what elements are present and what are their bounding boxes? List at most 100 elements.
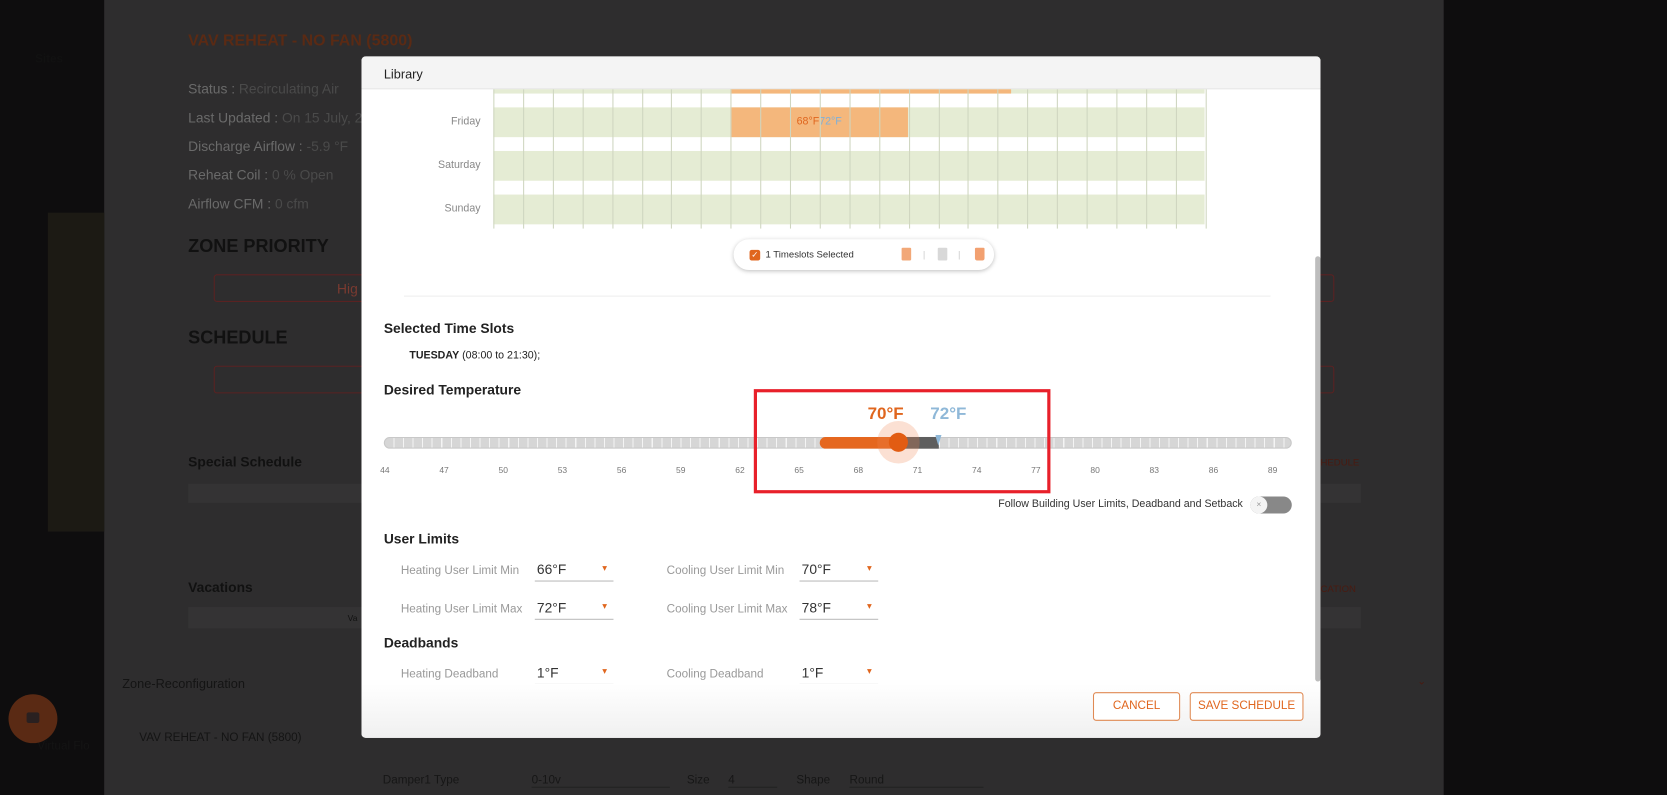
size-select[interactable]: 4 <box>728 774 778 788</box>
status-list: Status : Recirculating Air Last Updated … <box>188 74 370 218</box>
airflow-line: Airflow CFM : 0 cfm <box>188 195 309 212</box>
paste-icon[interactable] <box>937 247 948 261</box>
add-special-schedule-link[interactable]: HEDULE <box>1320 457 1359 468</box>
chevron-down-icon: ▾ <box>602 665 608 677</box>
chevron-down-icon: ▾ <box>867 562 872 574</box>
grid-hour-line <box>730 89 732 229</box>
deadbands-heading: Deadbands <box>383 634 459 651</box>
save-schedule-button[interactable]: SAVE SCHEDULE <box>1189 692 1304 721</box>
nav-sites[interactable]: Sites <box>35 53 63 66</box>
heating-min-select[interactable]: 66°F ▾ <box>534 561 614 582</box>
heating-deadband-label: Heating Deadband <box>400 667 499 681</box>
shape-select[interactable]: Round <box>849 774 984 788</box>
grid-hour-line <box>997 89 999 229</box>
cancel-button[interactable]: CANCEL <box>1092 692 1181 721</box>
selected-slots-heading: Selected Time Slots <box>383 320 515 336</box>
user-limits-heading: User Limits <box>383 530 460 547</box>
highlight-box <box>753 389 1051 494</box>
desired-temperature-heading: Desired Temperature <box>383 381 522 398</box>
grid-hour-line <box>1116 89 1118 229</box>
reheat-line: Reheat Coil : 0 % Open <box>188 166 334 183</box>
tick-label: 80 <box>1090 465 1100 476</box>
day-label-saturday: Saturday <box>438 159 481 172</box>
zone-priority-heading: ZONE PRIORITY <box>188 236 329 257</box>
chevron-down-icon: ▾ <box>867 665 872 677</box>
toggle-off-icon: × <box>1250 496 1268 514</box>
grid-hour-line <box>1056 89 1058 229</box>
cooling-max-label: Cooling User Limit Max <box>666 602 788 616</box>
discharge-line: Discharge Airflow : -5.9 °F <box>188 138 349 155</box>
tick-label: 44 <box>380 465 390 476</box>
trash-icon[interactable] <box>974 247 985 261</box>
grid-hour-line <box>878 89 880 229</box>
tick-label: 89 <box>1267 465 1278 476</box>
zone-reconfiguration-heading[interactable]: Zone-Reconfiguration <box>122 676 245 691</box>
tick-label: 53 <box>557 465 568 476</box>
divider: | <box>922 248 926 260</box>
select-all-checkbox[interactable]: ✓ <box>749 249 761 261</box>
grid-hour-line <box>552 89 554 229</box>
grid-hour-line <box>1027 89 1029 229</box>
background-image <box>47 212 105 532</box>
chevron-down-icon[interactable]: ⌄ <box>1417 676 1426 688</box>
divider <box>404 295 1271 297</box>
selection-bar: ✓ 1 Timeslots Selected | | <box>733 239 995 271</box>
chevron-down-icon: ▾ <box>867 600 872 612</box>
grid-hour-line <box>849 89 851 229</box>
day-label-sunday: Sunday <box>444 203 481 215</box>
heating-max-select[interactable]: 72°F ▾ <box>534 600 614 620</box>
cooling-min-select[interactable]: 70°F ▾ <box>799 561 879 582</box>
last-updated-line: Last Updated : On 15 July, 20 <box>188 109 371 126</box>
tick-label: 59 <box>676 465 686 476</box>
schedule-heading: SCHEDULE <box>188 327 288 348</box>
grid-hour-line <box>1145 89 1147 229</box>
grid-hour-line <box>819 89 821 229</box>
copy-icon[interactable] <box>901 247 912 261</box>
tick-label: 86 <box>1208 465 1219 476</box>
device-title: VAV REHEAT - NO FAN (5800) <box>188 31 413 50</box>
grid-hour-line <box>938 89 940 229</box>
selected-slot: TUESDAY (08:00 to 21:30); <box>409 349 541 362</box>
grid-hour-line <box>641 89 643 229</box>
grid-hour-line <box>760 89 762 229</box>
grid-hour-line <box>700 89 703 229</box>
modal-header: Library <box>361 56 1321 90</box>
follow-building-label: Follow Building User Limits, Deadband an… <box>998 498 1243 511</box>
modal-scrollbar[interactable] <box>1315 256 1321 682</box>
grid-hour-line <box>789 89 792 229</box>
damper-row: Damper1 Type 0-10v Size 4 Shape Round <box>383 774 984 788</box>
timeslot-thursday[interactable] <box>730 89 1012 94</box>
follow-building-toggle[interactable]: × <box>1250 496 1292 514</box>
chevron-down-icon: ▾ <box>602 562 608 574</box>
tick-label: 83 <box>1149 465 1160 476</box>
divider: | <box>957 248 961 260</box>
cooling-deadband-select[interactable]: 1°F ▾ <box>799 665 879 685</box>
heating-min-label: Heating User Limit Min <box>400 564 520 578</box>
chat-button[interactable] <box>8 694 58 744</box>
grid-hour-line <box>1086 89 1088 229</box>
chat-icon <box>26 712 40 723</box>
grid-hour-line <box>671 89 673 229</box>
add-vacation-link[interactable]: CATION <box>1320 584 1355 595</box>
device-name: VAV REHEAT - NO FAN (5800) <box>139 731 302 745</box>
grid-hour-line <box>967 89 969 229</box>
special-schedule-heading: Special Schedule <box>188 453 302 470</box>
grid-hour-line <box>582 89 584 229</box>
zone-priority-value: Hig <box>337 280 358 297</box>
cooling-max-select[interactable]: 78°F ▾ <box>799 600 879 620</box>
tick-label: 56 <box>616 465 627 476</box>
tick-label: 50 <box>498 465 508 476</box>
damper-type-select[interactable]: 0-10v <box>531 774 670 788</box>
tick-label: 47 <box>439 465 449 476</box>
grid-hour-line <box>522 89 525 229</box>
modal-title: Library <box>383 66 423 82</box>
cooling-min-label: Cooling User Limit Min <box>666 564 785 578</box>
tick-label: 62 <box>735 465 745 476</box>
heating-max-label: Heating User Limit Max <box>400 602 523 616</box>
cooling-deadband-label: Cooling Deadband <box>666 667 764 681</box>
grid-hour-line <box>611 89 614 229</box>
virtual-floor-label[interactable]: Virtual Flo <box>37 740 89 753</box>
chevron-down-icon: ▾ <box>602 600 608 612</box>
heating-deadband-select[interactable]: 1°F ▾ <box>534 665 614 685</box>
schedule-modal: Library Friday Saturday Sunday 68°F72°F … <box>361 56 1321 738</box>
